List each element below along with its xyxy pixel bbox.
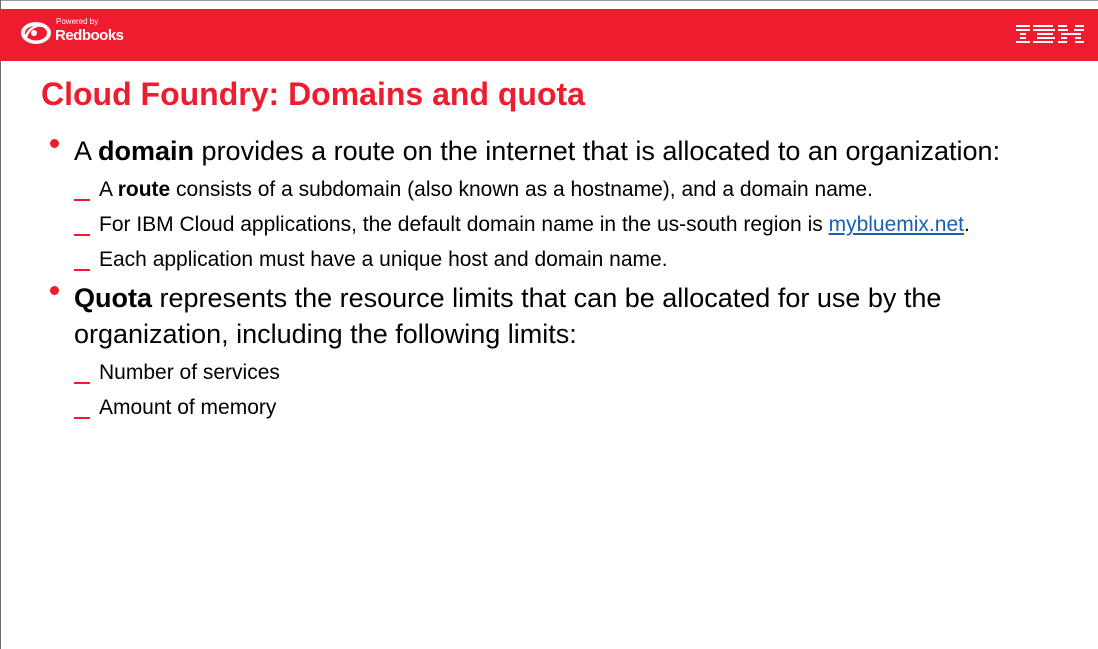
bullet-domain-term: domain [98,136,195,166]
bullet-quota-term: Quota [74,283,152,313]
slide-title: Cloud Foundry: Domains and quota [41,76,585,112]
dash-icon [74,199,90,201]
quota-sub-list: Number of services Amount of memory [74,358,1060,422]
sub-bullet-route-prefix: A [99,178,118,201]
slide-frame-top [0,0,1098,9]
ibm-logo-icon [1016,25,1084,43]
sub-bullet-memory: Amount of memory [74,393,1060,422]
bullet-domain-text: provides a route on the internet that is… [194,136,1001,166]
sub-bullet-default-domain: For IBM Cloud applications, the default … [74,210,1060,239]
sub-bullet-default-domain-text: For IBM Cloud applications, the default … [99,213,829,236]
dash-icon [74,234,90,236]
mybluemix-link[interactable]: mybluemix.net [829,213,964,236]
sub-bullet-default-domain-end: . [963,213,970,236]
slide: Powered by Redbooks Cloud Foundry: Domai… [0,0,1098,649]
domain-sub-list: A route consists of a subdomain (also kn… [74,175,1060,274]
dash-icon [74,269,90,271]
bullet-dot-icon [50,139,59,148]
bullet-list: A domain provides a route on the interne… [50,133,1060,428]
redbooks-logo: Powered by Redbooks [20,15,126,51]
sub-bullet-unique: Each application must have a unique host… [74,245,1060,274]
sub-bullet-memory-text: Amount of memory [99,396,277,419]
bullet-dot-icon [50,286,59,295]
bullet-quota-text: represents the resource limits that can … [74,283,942,349]
sub-bullet-services-text: Number of services [99,361,280,384]
sub-bullet-route: A route consists of a subdomain (also kn… [74,175,1060,204]
logo-name: Redbooks [55,27,124,44]
bullet-domain: A domain provides a route on the interne… [50,133,1060,274]
logo-powered-by: Powered by [56,17,99,26]
dash-icon [74,417,90,419]
sub-bullet-route-term: route [117,178,171,201]
dash-icon [74,382,90,384]
bullet-quota: Quota represents the resource limits tha… [50,280,1060,422]
redbooks-logo-icon [21,22,51,44]
sub-bullet-unique-text: Each application must have a unique host… [99,248,668,271]
header-bar: Powered by Redbooks [0,9,1098,61]
slide-frame-left [0,0,1,649]
sub-bullet-route-text: consists of a subdomain (also known as a… [170,178,873,201]
sub-bullet-services: Number of services [74,358,1060,387]
bullet-domain-prefix: A [74,136,99,166]
